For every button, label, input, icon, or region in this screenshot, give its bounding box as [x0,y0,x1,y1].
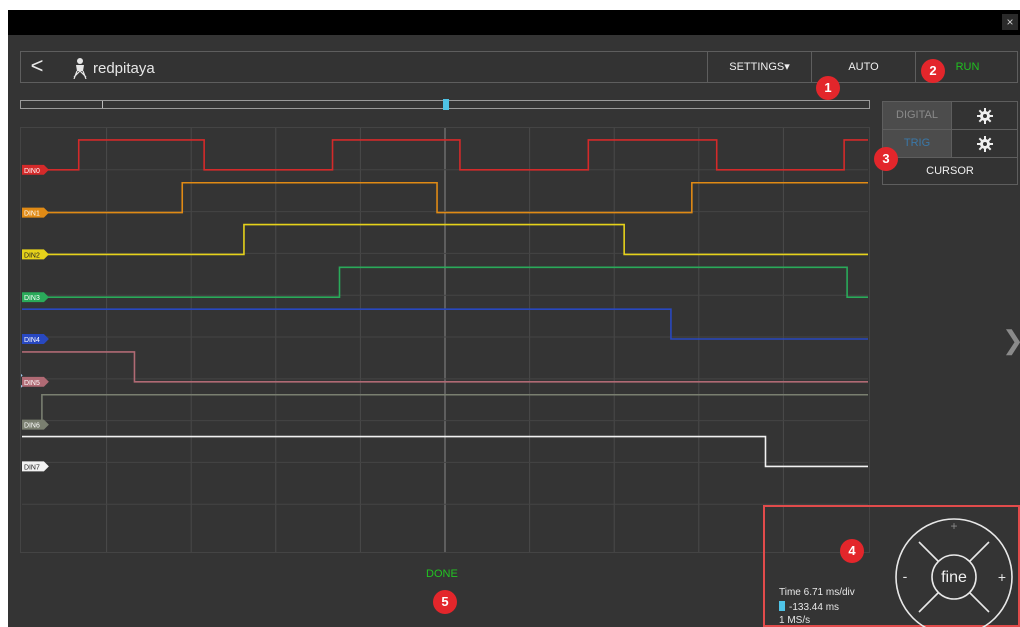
cursor-marker-icon [779,601,785,611]
zoom-out-minus-icon: - [903,568,908,584]
status-done: DONE [426,568,458,580]
redpitaya-logo: redpitaya [71,56,155,80]
settings-menu-button[interactable]: SETTINGS▾ [707,52,811,82]
sample-rate: 1 MS/s [779,615,811,626]
highlight-box: Time 6.71 ms/div -133.44 ms 1 MS/s fine … [763,505,1020,627]
navigation-wheel[interactable]: fine + + - [892,515,1016,627]
trig-settings-button[interactable] [951,130,1017,157]
close-button[interactable]: × [1002,14,1018,30]
plot-grid [21,128,869,552]
waveform-plot[interactable]: DIN0 DIN1 DIN2 DIN3 DIN4 DIN5 DIN6 DIN7 [20,127,870,553]
digital-settings-button[interactable] [951,102,1017,129]
channel-label-din2: DIN2 [21,249,49,259]
digital-tab[interactable]: DIGITAL [883,102,951,129]
gear-icon [976,107,993,124]
callout-badge-3: 3 [874,147,898,171]
cursor-button[interactable]: CURSOR [883,158,1017,184]
callout-badge-2: 2 [921,59,945,83]
channel-label-din0: DIN0 [21,164,49,175]
channel-label-din4: DIN4 [21,334,49,344]
callout-badge-4: 4 [840,539,864,563]
channel-labels: DIN0 DIN1 DIN2 DIN3 DIN4 DIN5 DIN6 DIN7 [21,164,49,471]
gear-icon [976,135,993,152]
channel-label-text: DIN4 [24,337,40,344]
timeline-position-marker[interactable] [443,99,449,110]
top-black-bar [8,10,1020,35]
channel-label-din1: DIN1 [21,207,49,218]
logo-text: redpitaya [93,59,155,77]
callout-badge-1: 1 [816,76,840,100]
fine-label: fine [941,569,967,586]
trig-row: TRIG [883,130,1017,158]
back-button[interactable]: < [21,52,53,82]
channel-label-din5: DIN5 [21,376,49,387]
timeline-scrollbar[interactable] [20,99,870,110]
logo-icon [73,58,87,79]
chevron-right-icon[interactable]: ❯ [1002,325,1020,356]
digital-row: DIGITAL [883,102,1017,130]
channel-label-din3: DIN3 [21,292,49,302]
cursor-value: -133.44 ms [789,602,840,613]
cursor-readout: -133.44 ms [779,601,839,613]
channel-label-text: DIN1 [24,211,40,218]
side-menu: DIGITAL TRIG CURSOR [882,101,1018,185]
channel-label-text: DIN3 [24,295,40,302]
channel-label-text: DIN5 [24,380,40,387]
channel-label-text: DIN0 [24,168,40,175]
channel-label-text: DIN2 [24,252,40,259]
callout-badge-5: 5 [433,590,457,614]
chevron-left-icon [21,374,23,388]
timeline-tick [102,101,103,108]
header-bar: < redpitaya SETTINGS▾ AUTO RUN [20,51,1018,83]
zoom-in-plus-icon: + [998,569,1006,585]
channel-label-text: DIN7 [24,464,40,471]
time-per-div: Time 6.71 ms/div [779,587,855,598]
channel-label-din7: DIN7 [21,461,49,471]
zoom-up-plus-icon: + [950,519,957,533]
channel-label-text: DIN6 [24,423,40,430]
logic-analyzer-app: < redpitaya SETTINGS▾ AUTO RUN DIN0 DIN1 D… [8,35,1020,627]
channel-label-din6: DIN6 [21,419,49,430]
